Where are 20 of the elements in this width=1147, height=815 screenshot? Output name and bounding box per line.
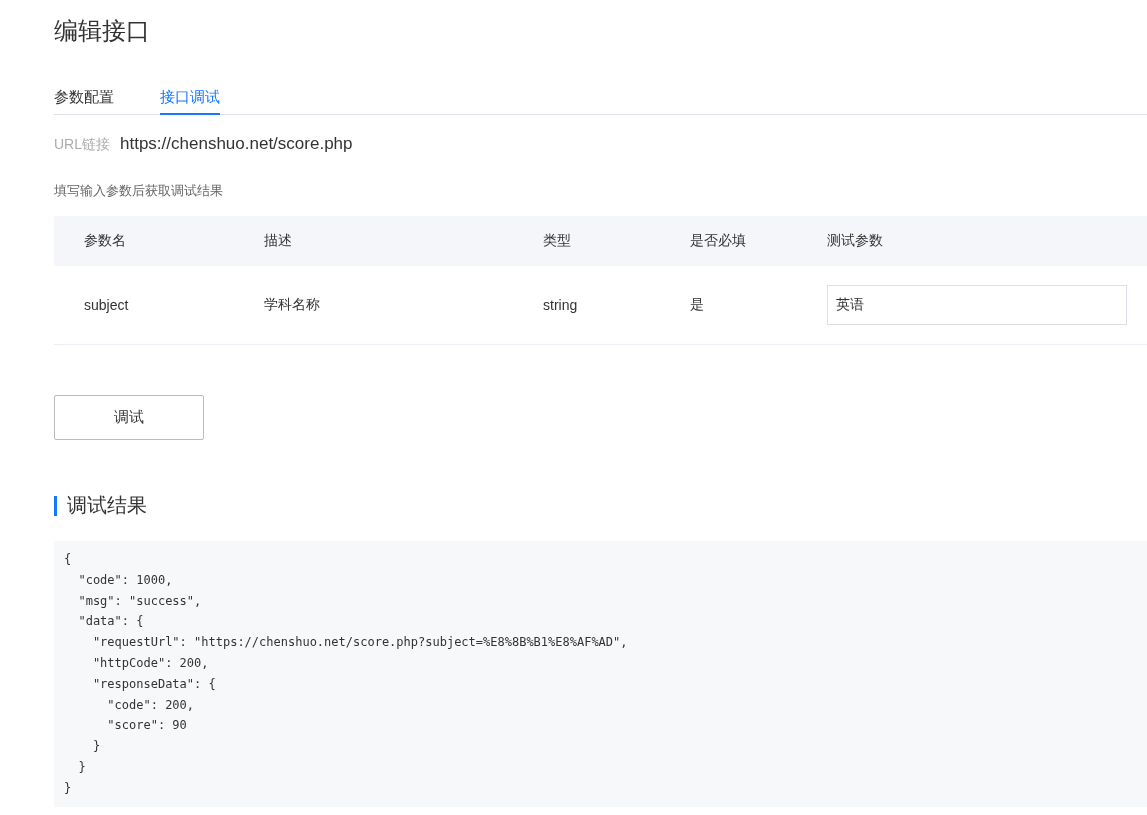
table-cell-text: string (543, 297, 579, 313)
hint-text: 填写输入参数后获取调试结果 (54, 182, 224, 200)
column-header: 参数名 (84, 232, 127, 250)
result-heading: 调试结果 (67, 493, 147, 518)
tab[interactable]: 接口调试 (160, 88, 220, 115)
page-title: 编辑接口 (54, 16, 151, 46)
column-header: 是否必填 (690, 232, 747, 250)
column-header: 类型 (543, 232, 572, 250)
url-label: URL链接 (54, 136, 110, 154)
url-value: https://chenshuo.net/score.php (120, 134, 353, 154)
test-value-field[interactable]: 英语 (827, 285, 1127, 325)
column-header: 描述 (264, 232, 293, 250)
result-code-block: { "code": 1000, "msg": "success", "data": { "requestUrl": "https://chenshuo.net/score.php?subject=%E8%8B%B1%E8%AF%AD", "httpCode": 200, "responseData": { "code": 200, "score": 90 } } } (54, 541, 1147, 807)
debug-button[interactable]: 调试 (54, 395, 204, 440)
table-cell-text: subject (84, 297, 130, 313)
table-cell-text: 学科名称 (264, 296, 321, 314)
column-header: 测试参数 (827, 232, 884, 250)
heading-accent-bar (54, 495, 57, 516)
table-cell-text: 是 (690, 296, 705, 314)
tab[interactable]: 参数配置 (54, 88, 114, 115)
